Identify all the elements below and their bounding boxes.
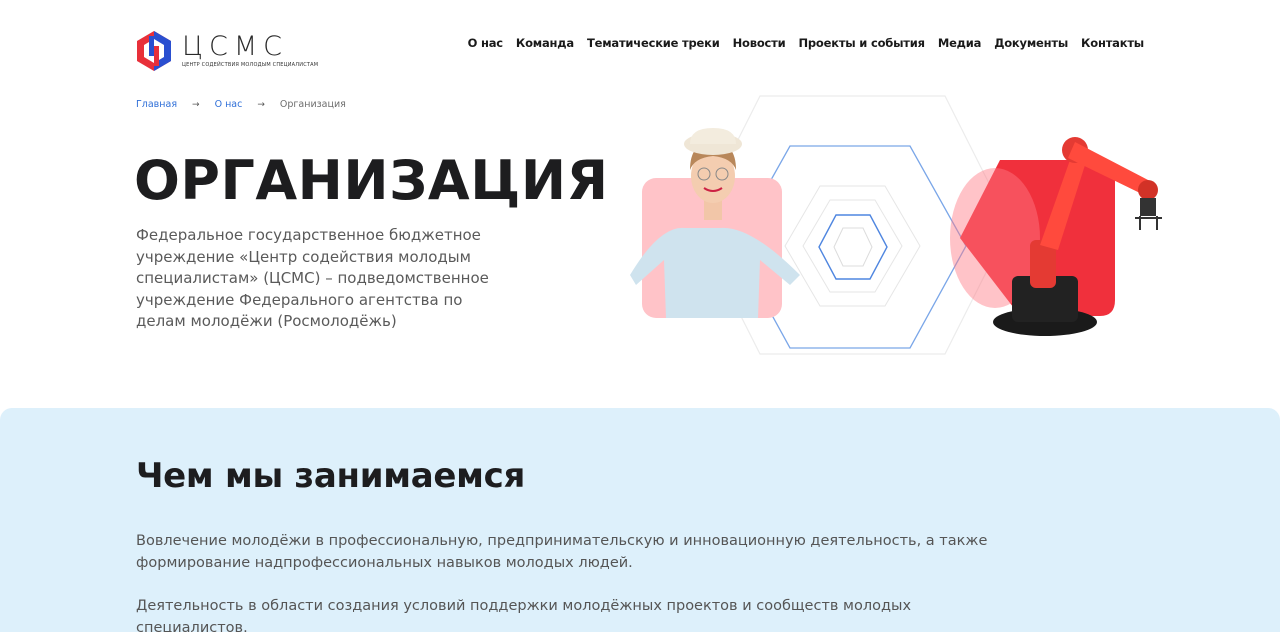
page-title: ОРГАНИЗАЦИЯ: [134, 149, 609, 212]
breadcrumb: Главная → О нас → Организация: [136, 99, 346, 110]
site-logo[interactable]: ЦСМС ЦЕНТР СОДЕЙСТВИЯ МОЛОДЫМ СПЕЦИАЛИСТ…: [136, 30, 318, 72]
main-nav: О нас Команда Тематические треки Новости…: [468, 36, 1145, 50]
breadcrumb-current: Организация: [279, 99, 346, 110]
nav-item-team[interactable]: Команда: [516, 36, 574, 50]
hero-description: Федеральное государственное бюджетное уч…: [136, 226, 489, 330]
nav-item-tracks[interactable]: Тематические треки: [587, 36, 720, 50]
breadcrumb-arrow-icon: →: [257, 99, 265, 110]
breadcrumb-about[interactable]: О нас: [215, 99, 243, 110]
breadcrumb-arrow-icon: →: [192, 99, 200, 110]
logo-hexagon-icon: [137, 31, 171, 71]
inner-blue-hexagon-shape: [818, 214, 888, 280]
nav-item-documents[interactable]: Документы: [994, 36, 1068, 50]
section-paragraph: Деятельность в области создания условий …: [136, 598, 912, 632]
nav-item-about[interactable]: О нас: [468, 36, 504, 50]
nav-item-contacts[interactable]: Контакты: [1081, 36, 1144, 50]
what-we-do-section: Чем мы занимаемся Вовлечение молодёжи в …: [0, 408, 1280, 632]
logo-wordmark: ЦСМС: [182, 31, 288, 62]
nav-item-projects[interactable]: Проекты и события: [798, 36, 925, 50]
nav-item-media[interactable]: Медиа: [938, 36, 982, 50]
breadcrumb-home[interactable]: Главная: [136, 99, 177, 110]
section-title: Чем мы занимаемся: [136, 456, 526, 496]
hero-illustration: [630, 95, 1162, 355]
section-paragraph: Вовлечение молодёжи в профессиональную, …: [136, 533, 988, 571]
nav-item-news[interactable]: Новости: [733, 36, 786, 50]
logo-subtitle: ЦЕНТР СОДЕЙСТВИЯ МОЛОДЫМ СПЕЦИАЛИСТАМ: [182, 62, 319, 68]
